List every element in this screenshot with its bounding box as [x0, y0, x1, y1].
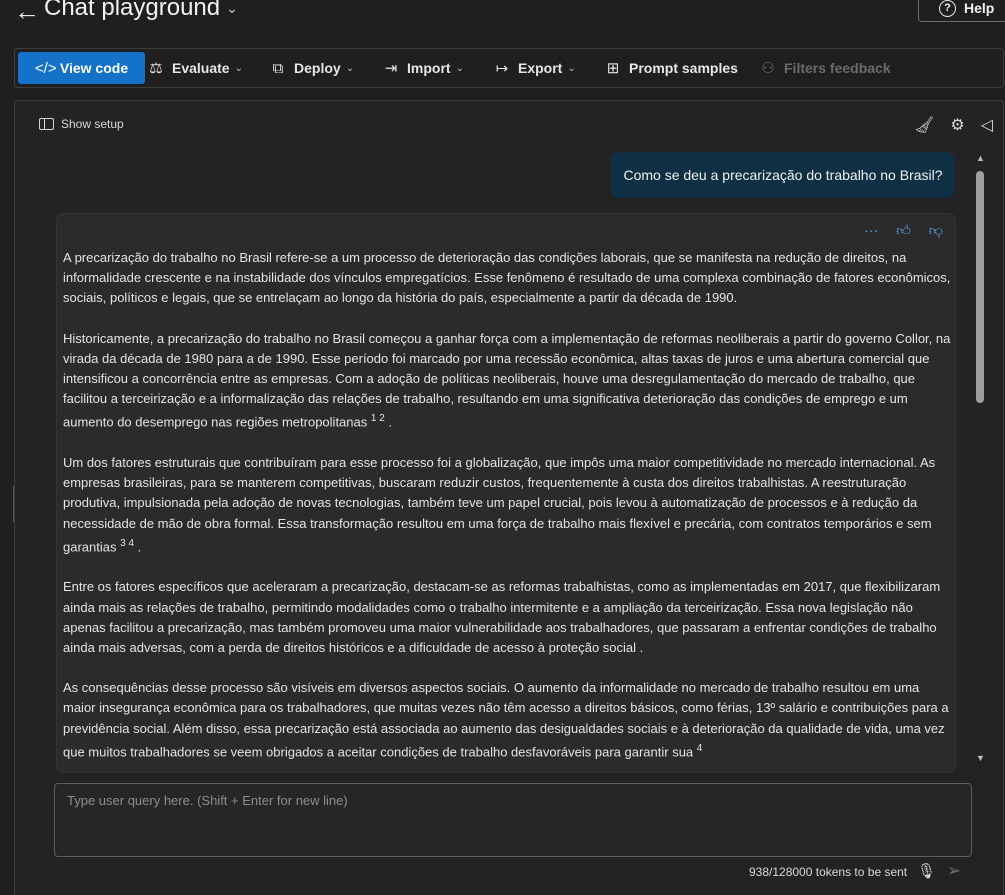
paragraph: Entre os fatores específicos que acelera… — [63, 579, 941, 655]
scrollbar-thumb[interactable] — [976, 171, 984, 403]
page-title[interactable]: Chat playground ⌄ — [44, 0, 238, 22]
chevron-down-icon: ⌄ — [226, 0, 238, 17]
scale-icon: ⚖ — [149, 60, 163, 77]
paragraph-text: As consequências desse processo são visí… — [63, 680, 949, 760]
export-label: Export — [518, 60, 563, 76]
paragraph: As consequências desse processo são visí… — [63, 678, 951, 762]
microphone-icon[interactable]: 🎙︎ — [917, 862, 936, 880]
page-title-text: Chat playground — [44, 0, 221, 21]
paragraph: Historicamente, a precarização do trabal… — [63, 330, 951, 430]
send-icon[interactable]: ➢ — [947, 861, 961, 881]
thumbs-up-icon[interactable]: 👍︎ — [896, 222, 911, 239]
ellipsis-icon[interactable]: ··· — [864, 222, 878, 239]
paragraph-text: Historicamente, a precarização do trabal… — [63, 330, 951, 430]
import-label: Import — [407, 60, 451, 76]
paragraph: A precarização do trabalho no Brasil ref… — [63, 250, 951, 306]
token-count: 938/128000 tokens to be sent — [749, 865, 908, 879]
filters-feedback-label: Filters feedback — [784, 60, 891, 76]
panel-layout-icon — [39, 118, 54, 130]
show-setup-label: Show setup — [61, 117, 124, 131]
view-code-label: View code — [59, 60, 129, 76]
import-button[interactable]: ⇥ Import ⌄ — [382, 52, 464, 84]
broom-icon[interactable]: 🧹︎ — [914, 115, 934, 135]
user-message-text: Como se deu a precarização do trabalho n… — [623, 167, 943, 183]
header: ← Chat playground ⌄ ? Help — [0, 0, 1005, 36]
view-code-button[interactable]: </> View code — [18, 52, 145, 84]
cube-icon: ⧉ — [272, 59, 284, 77]
chevron-down-icon: ⌄ — [567, 62, 576, 74]
toolbar: </> View code ⚖ Evaluate ⌄ ⧉ Deploy ⌄ ⇥ … — [14, 48, 1004, 88]
paragraph-text: Um dos fatores estruturais que contribuí… — [63, 454, 936, 555]
scroll-up-icon[interactable]: ▲ — [976, 153, 985, 163]
show-setup-button[interactable]: Show setup — [39, 117, 124, 131]
panel-actions: 🧹︎ ⚙ ◁ — [914, 115, 993, 135]
export-button[interactable]: ↦ Export ⌄ — [493, 52, 576, 84]
message-actions: ··· 👍︎ 👎︎ — [864, 222, 943, 239]
export-arrow-icon: ↦ — [495, 60, 509, 77]
user-message: Como se deu a precarização do trabalho n… — [611, 152, 955, 198]
help-button[interactable]: ? Help — [918, 0, 1005, 22]
scroll-down-icon[interactable]: ▼ — [976, 753, 985, 763]
scrollbar[interactable]: ▲ ▼ — [974, 153, 988, 763]
citation-link[interactable]: 4 — [697, 743, 703, 754]
filters-feedback-button[interactable]: ⚇ Filters feedback — [759, 52, 891, 84]
chevron-down-icon: ⌄ — [455, 62, 464, 74]
arrow-left-icon[interactable]: ← — [14, 0, 40, 27]
speaker-icon[interactable]: ◁ — [981, 115, 993, 135]
chevron-down-icon: ⌄ — [234, 62, 243, 74]
citation-link[interactable]: 3 4 — [120, 538, 134, 549]
prompt-samples-button[interactable]: ⊞ Prompt samples — [604, 52, 738, 84]
people-icon: ⚇ — [761, 60, 775, 77]
gear-icon[interactable]: ⚙ — [950, 115, 964, 135]
chat-panel: Show setup 🧹︎ ⚙ ◁ Como se deu a precariz… — [14, 100, 1004, 895]
assistant-message: ··· 👍︎ 👎︎ A precarização do trabalho no … — [56, 213, 956, 773]
question-circle-icon: ? — [939, 0, 956, 17]
import-arrow-icon: ⇥ — [384, 60, 398, 77]
evaluate-label: Evaluate — [172, 60, 230, 76]
chevron-down-icon: ⌄ — [345, 62, 355, 74]
prompt-samples-label: Prompt samples — [629, 60, 738, 76]
assistant-message-text: A precarização do trabalho no Brasil ref… — [63, 248, 951, 772]
citation-link[interactable]: 1 2 — [371, 413, 385, 424]
deploy-label: Deploy — [294, 60, 341, 76]
help-label: Help — [964, 0, 995, 16]
query-input-box — [54, 783, 972, 857]
paragraph: Um dos fatores estruturais que contribuí… — [63, 454, 936, 555]
query-input[interactable] — [55, 784, 971, 856]
code-icon: </> — [34, 59, 57, 77]
deploy-button[interactable]: ⧉ Deploy ⌄ — [269, 52, 354, 84]
thumbs-down-icon[interactable]: 👎︎ — [929, 222, 943, 239]
evaluate-button[interactable]: ⚖ Evaluate ⌄ — [147, 52, 243, 84]
grid-icon: ⊞ — [606, 60, 620, 77]
